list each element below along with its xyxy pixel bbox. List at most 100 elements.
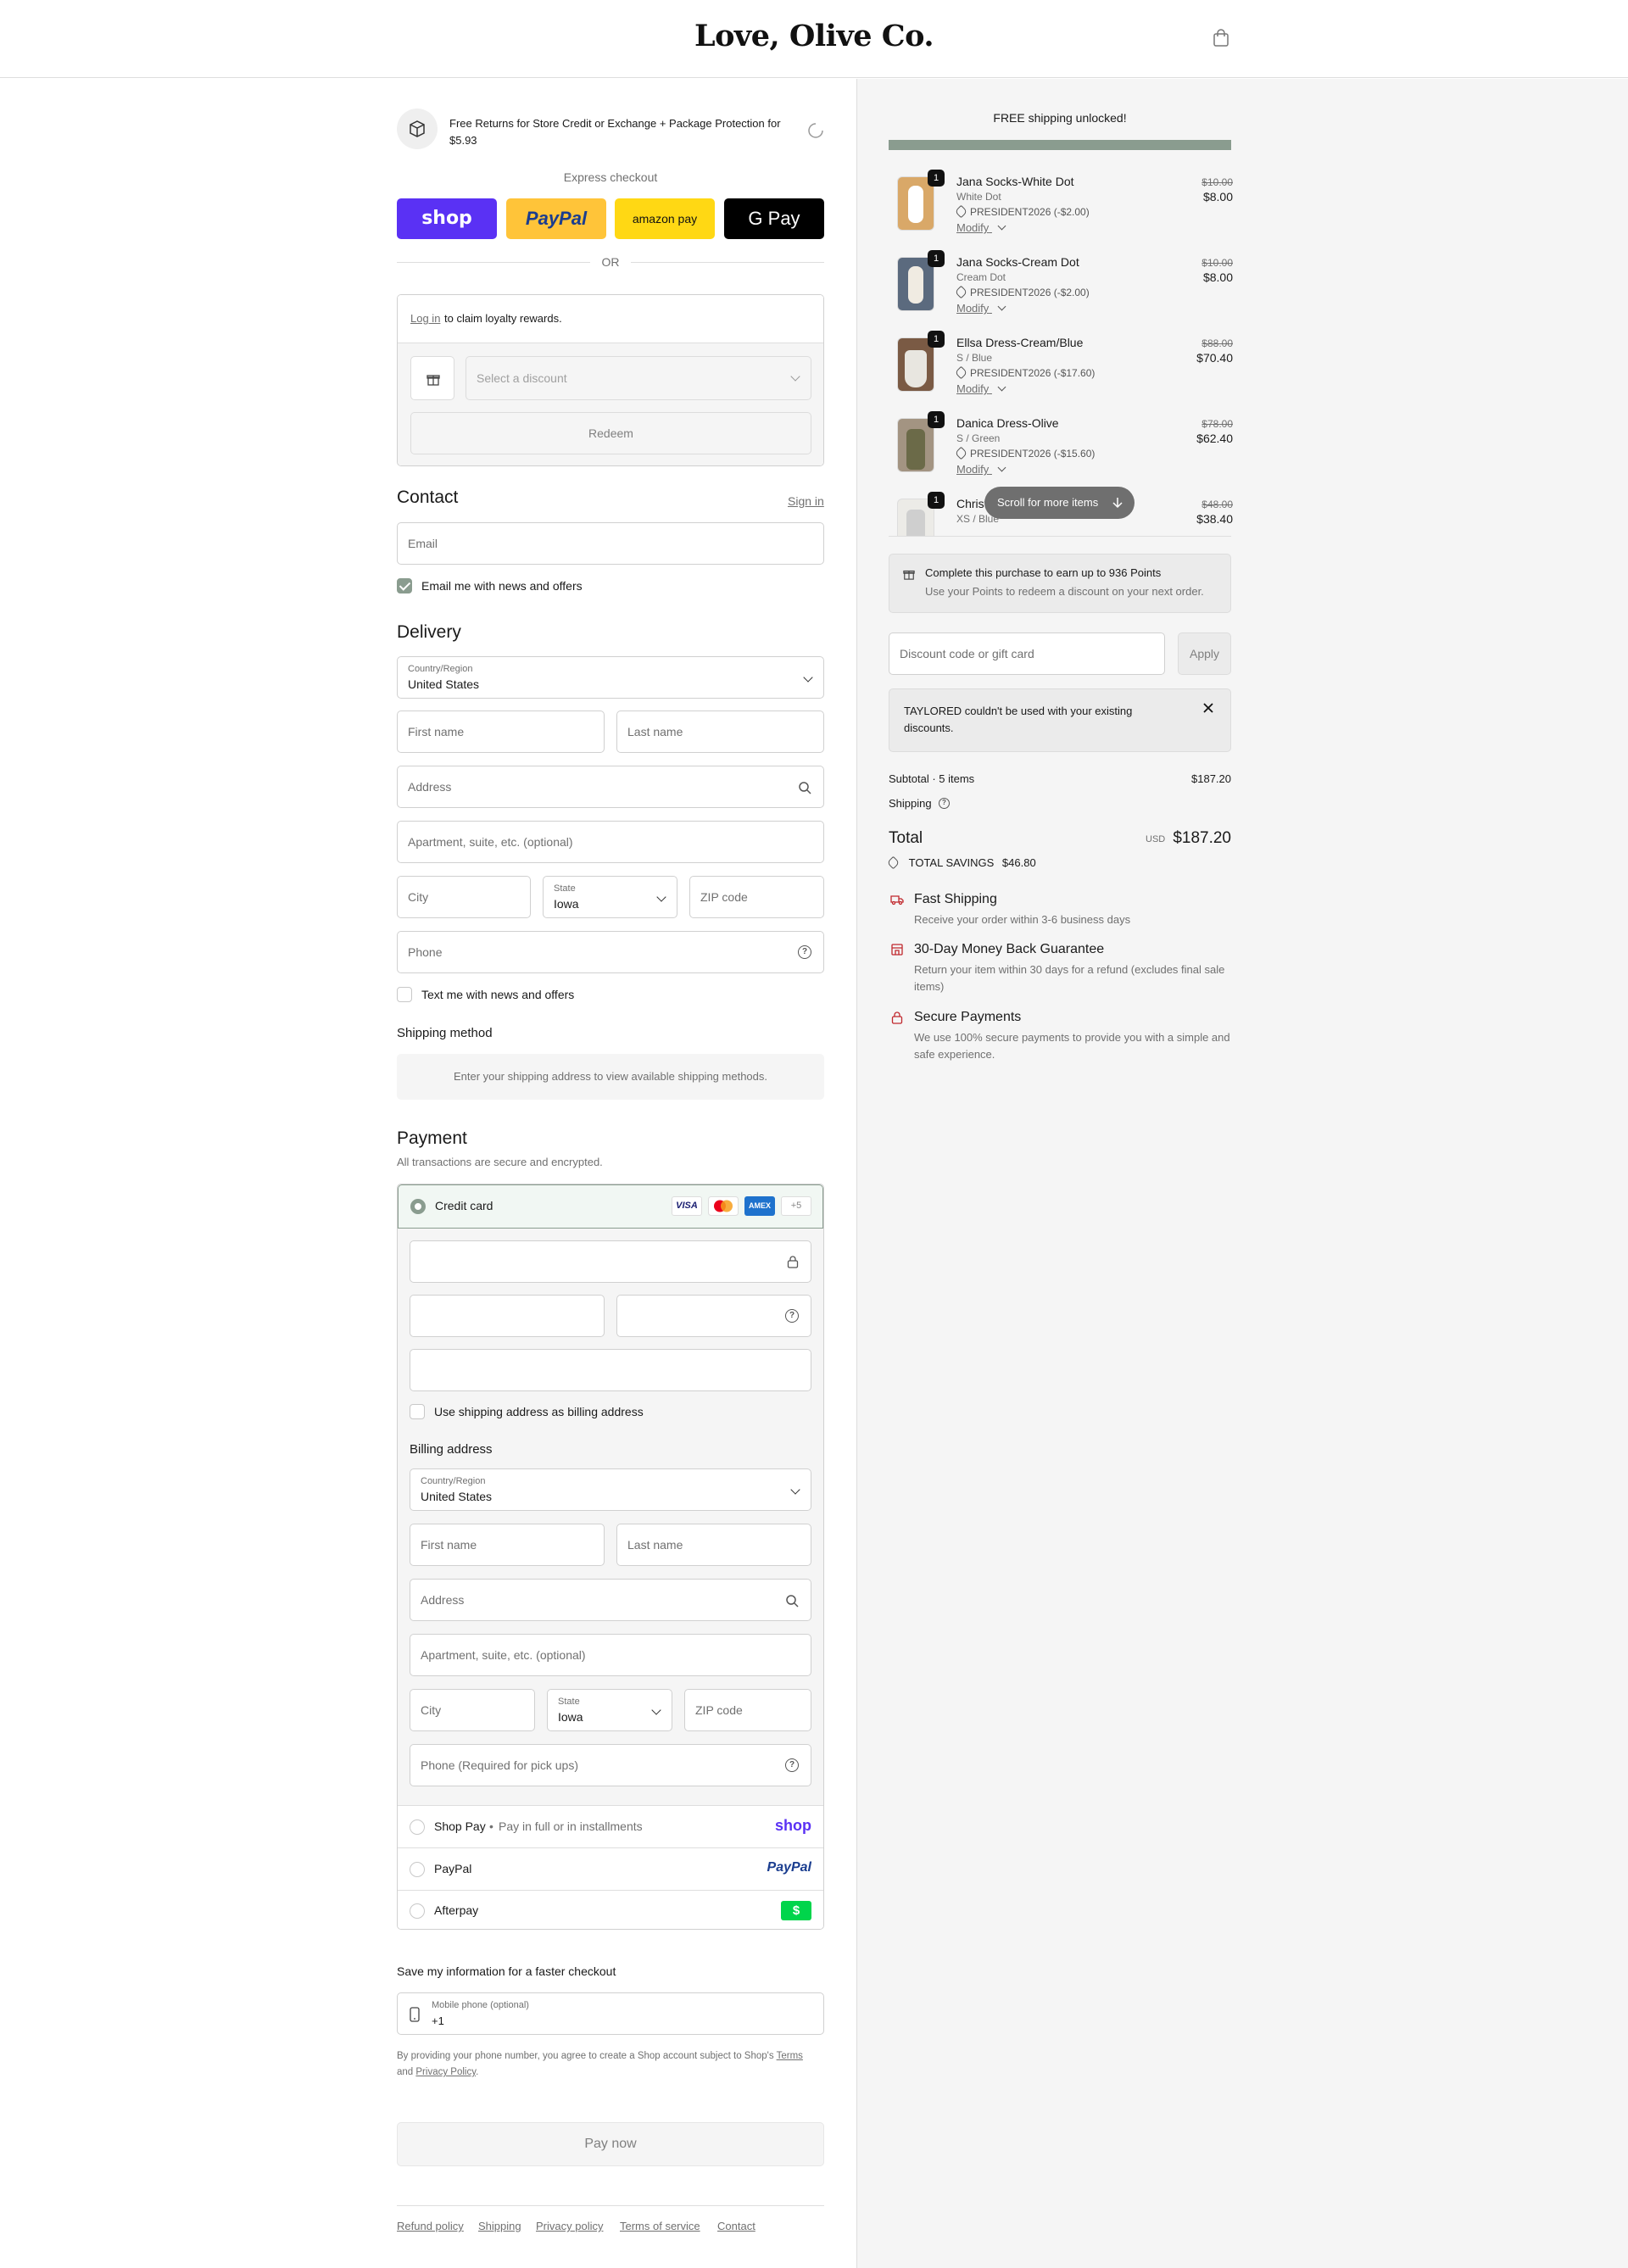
email-news-checkbox[interactable] — [397, 578, 412, 593]
modify-link[interactable]: Modify — [956, 463, 1006, 476]
subtotal-label: Subtotal · 5 items — [889, 772, 975, 785]
billing-zip-field[interactable]: ZIP code — [684, 1689, 811, 1731]
modify-link[interactable]: Modify — [956, 221, 1006, 234]
points-desc: Use your Points to redeem a discount on … — [925, 585, 1204, 598]
billing-first-name-placeholder: First name — [421, 1538, 477, 1552]
mastercard-icon — [708, 1196, 739, 1216]
afterpay-radio[interactable] — [410, 1903, 425, 1919]
mobile-phone-icon — [410, 2007, 420, 2022]
feature-desc: Return your item within 30 days for a re… — [914, 963, 1225, 993]
cart-item: 1 Ellsa Dress-Cream/Blue S / Blue PRESID… — [889, 331, 1233, 407]
terms-link[interactable]: Terms — [777, 2051, 803, 2061]
cvv-field[interactable]: ? — [616, 1295, 811, 1337]
text-news-checkbox[interactable] — [397, 987, 412, 1002]
discount-code-placeholder: Discount code or gift card — [900, 647, 1034, 660]
more-cards-badge: +5 — [781, 1196, 811, 1216]
item-discount: PRESIDENT2026 (-$17.60) — [954, 365, 1096, 380]
last-name-field[interactable]: Last name — [616, 710, 824, 753]
zip-field[interactable]: ZIP code — [689, 876, 824, 918]
item-discount: PRESIDENT2026 (-$15.60) — [954, 446, 1095, 460]
item-old-price: $48.00 — [1201, 499, 1233, 510]
billing-last-name-field[interactable]: Last name — [616, 1524, 811, 1566]
billing-apartment-field[interactable]: Apartment, suite, etc. (optional) — [410, 1634, 811, 1676]
modify-link[interactable]: Modify — [956, 302, 1006, 315]
billing-apartment-placeholder: Apartment, suite, etc. (optional) — [421, 1648, 586, 1662]
quantity-badge: 1 — [928, 331, 945, 348]
feature-title: 30-Day Money Back Guarantee — [914, 942, 1105, 956]
subtotal-value: $187.20 — [1191, 772, 1231, 785]
paypal-option[interactable]: PayPal PayPal — [398, 1847, 823, 1890]
credit-card-label: Credit card — [435, 1199, 493, 1212]
refund-policy-link[interactable]: Refund policy — [397, 2220, 464, 2232]
shop-pay-radio[interactable] — [410, 1819, 425, 1835]
terms-of-service-link[interactable]: Terms of service — [620, 2220, 700, 2232]
pay-now-button[interactable]: Pay now — [397, 2122, 824, 2166]
quantity-badge: 1 — [928, 250, 945, 267]
first-name-field[interactable]: First name — [397, 710, 605, 753]
privacy-policy-link[interactable]: Privacy Policy — [415, 2067, 476, 2077]
privacy-link[interactable]: Privacy policy — [536, 2220, 603, 2232]
cart-item: 1 Jana Socks-Cream Dot Cream Dot PRESIDE… — [889, 250, 1233, 326]
tag-icon — [954, 365, 968, 380]
contact-link[interactable]: Contact — [717, 2220, 755, 2232]
afterpay-option[interactable]: Afterpay $ — [398, 1890, 823, 1929]
paypal-logo: PayPal — [767, 1860, 811, 1875]
payment-options: Credit card VISA AMEX +5 ? Use shipping … — [397, 1184, 824, 1930]
help-icon[interactable]: ? — [785, 1758, 799, 1772]
discount-code-field[interactable]: Discount code or gift card — [889, 632, 1165, 675]
help-icon[interactable]: ? — [939, 798, 950, 809]
gift-icon — [903, 570, 915, 580]
billing-address-placeholder: Address — [421, 1593, 465, 1607]
credit-card-radio[interactable] — [410, 1199, 426, 1214]
scroll-more-button[interactable]: Scroll for more items — [984, 487, 1135, 519]
country-select[interactable]: Country/Region United States — [397, 656, 824, 699]
apartment-field[interactable]: Apartment, suite, etc. (optional) — [397, 821, 824, 863]
paypal-radio[interactable] — [410, 1862, 425, 1877]
shipping-label: Shipping — [889, 797, 932, 810]
billing-first-name-field[interactable]: First name — [410, 1524, 605, 1566]
total-label: Total — [889, 829, 923, 847]
billing-state-select[interactable]: State Iowa — [547, 1689, 672, 1731]
total-value: $187.20 — [1173, 829, 1231, 847]
payment-title: Payment — [397, 1128, 467, 1148]
name-on-card-field[interactable] — [410, 1349, 811, 1391]
item-discount-code: PRESIDENT2026 (-$17.60) — [970, 367, 1096, 379]
help-icon[interactable]: ? — [785, 1309, 799, 1323]
mobile-phone-field[interactable]: Mobile phone (optional) +1 — [397, 1992, 824, 2035]
credit-card-option[interactable]: Credit card VISA AMEX +5 — [398, 1184, 823, 1229]
billing-country-label: Country/Region — [421, 1476, 486, 1486]
tag-icon — [886, 855, 900, 870]
city-field[interactable]: City — [397, 876, 531, 918]
apply-button[interactable]: Apply — [1178, 632, 1231, 675]
savings-value: $46.80 — [1001, 856, 1036, 869]
use-shipping-checkbox[interactable] — [410, 1404, 425, 1419]
billing-address-field[interactable]: Address — [410, 1579, 811, 1621]
item-price: $8.00 — [1202, 190, 1233, 203]
shipping-link[interactable]: Shipping — [478, 2220, 521, 2232]
item-old-price: $10.00 — [1201, 257, 1233, 269]
discount-error-box: TAYLORED couldn't be used with your exis… — [889, 688, 1231, 752]
chevron-down-icon — [997, 302, 1006, 311]
phone-field[interactable]: Phone ? — [397, 931, 824, 973]
billing-address-title: Billing address — [410, 1442, 493, 1457]
billing-phone-field[interactable]: Phone (Required for pick ups) ? — [410, 1744, 811, 1786]
billing-phone-placeholder: Phone (Required for pick ups) — [421, 1758, 578, 1772]
address-field[interactable]: Address — [397, 766, 824, 808]
help-icon[interactable]: ? — [798, 945, 811, 959]
billing-city-field[interactable]: City — [410, 1689, 535, 1731]
state-select[interactable]: State Iowa — [543, 876, 677, 918]
card-number-field[interactable] — [410, 1240, 811, 1283]
modify-label: Modify — [956, 382, 990, 395]
afterpay-label: Afterpay — [434, 1903, 479, 1917]
modify-link[interactable]: Modify — [956, 382, 1006, 395]
item-price: $70.40 — [1196, 351, 1233, 365]
shipping-method-title: Shipping method — [397, 1026, 493, 1040]
shop-pay-option[interactable]: Shop Pay • Pay in full or in installment… — [398, 1805, 823, 1847]
billing-country-select[interactable]: Country/Region United States — [410, 1468, 811, 1511]
item-discount: PRESIDENT2026 (-$2.00) — [954, 285, 1090, 299]
feature-desc: Receive your order within 3-6 business d… — [914, 913, 1131, 926]
expiry-field[interactable] — [410, 1295, 605, 1337]
item-discount: PRESIDENT2026 (-$2.00) — [954, 204, 1090, 219]
item-variant: Cream Dot — [956, 271, 1006, 283]
close-icon[interactable] — [1203, 703, 1213, 713]
